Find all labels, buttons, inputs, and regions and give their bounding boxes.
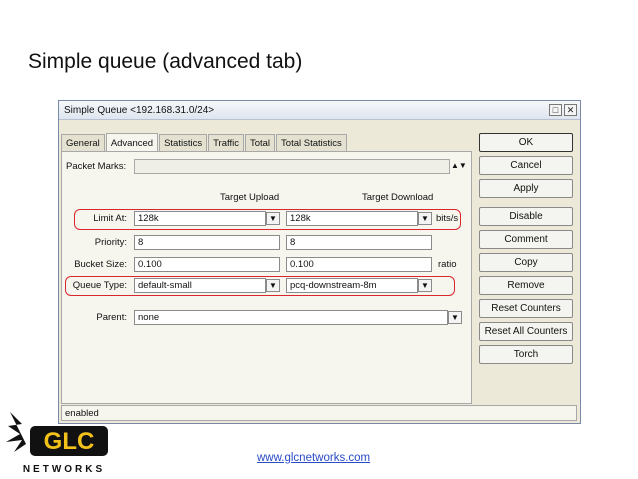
bucket-size-download-field[interactable]: 0.100 [286, 257, 432, 272]
ok-button[interactable]: OK [479, 133, 573, 152]
reset-counters-button[interactable]: Reset Counters [479, 299, 573, 318]
chevron-down-icon[interactable]: ▼ [418, 279, 432, 292]
tab-traffic[interactable]: Traffic [208, 134, 244, 151]
glc-logo: GLC NETWORKS [6, 412, 108, 475]
parent-select[interactable]: none [134, 310, 448, 325]
limit-at-upload-field[interactable]: 128k [134, 211, 266, 226]
torch-button[interactable]: Torch [479, 345, 573, 364]
target-download-header: Target Download [362, 192, 434, 203]
maximize-icon[interactable]: □ [549, 104, 562, 116]
svg-text:GLC: GLC [44, 428, 95, 455]
window-title: Simple Queue <192.168.31.0/24> [64, 105, 215, 116]
queue-type-label: Queue Type: [72, 280, 127, 291]
tab-total[interactable]: Total [244, 134, 276, 151]
simple-queue-window: Simple Queue <192.168.31.0/24> □ ✕ Gener… [58, 100, 581, 424]
parent-label: Parent: [96, 312, 127, 323]
remove-button[interactable]: Remove [479, 276, 573, 295]
limit-at-label: Limit At: [93, 213, 127, 224]
target-upload-header: Target Upload [220, 192, 280, 203]
apply-button[interactable]: Apply [479, 179, 573, 198]
tab-advanced[interactable]: Advanced [105, 133, 159, 151]
chevron-down-icon[interactable]: ▼ [266, 279, 280, 292]
tab-statistics[interactable]: Statistics [159, 134, 208, 151]
queue-type-download-select[interactable]: pcq-downstream-8m [286, 278, 418, 293]
close-icon[interactable]: ✕ [564, 104, 577, 116]
limit-at-unit: bits/s [436, 213, 459, 224]
advanced-panel: Packet Marks: ▲▼ Target Upload Target Do… [61, 151, 472, 404]
tab-total-statistics[interactable]: Total Statistics [276, 134, 347, 151]
tab-general[interactable]: General [61, 134, 105, 151]
disable-button[interactable]: Disable [479, 207, 573, 226]
priority-label: Priority: [94, 237, 127, 248]
bucket-size-unit: ratio [438, 259, 457, 270]
bucket-size-upload-field[interactable]: 0.100 [134, 257, 280, 272]
chevron-down-icon[interactable]: ▼ [418, 212, 432, 225]
bucket-size-label: Bucket Size: [74, 259, 127, 270]
reset-all-counters-button[interactable]: Reset All Counters [479, 322, 573, 341]
slide-title: Simple queue (advanced tab) [28, 50, 303, 73]
window-titlebar: Simple Queue <192.168.31.0/24> □ ✕ [59, 101, 580, 120]
comment-button[interactable]: Comment [479, 230, 573, 249]
logo-networks-text: NETWORKS [23, 464, 105, 475]
cancel-button[interactable]: Cancel [479, 156, 573, 175]
starburst-icon [6, 412, 26, 452]
copy-button[interactable]: Copy [479, 253, 573, 272]
queue-type-upload-select[interactable]: default-small [134, 278, 266, 293]
priority-upload-field[interactable]: 8 [134, 235, 280, 250]
status-bar: enabled [61, 405, 577, 421]
tab-bar: General Advanced Statistics Traffic Tota… [61, 132, 348, 151]
spin-updown-icon[interactable]: ▲▼ [451, 160, 467, 173]
packet-marks-field[interactable] [134, 159, 450, 174]
chevron-down-icon[interactable]: ▼ [266, 212, 280, 225]
priority-download-field[interactable]: 8 [286, 235, 432, 250]
footer-link[interactable]: www.glcnetworks.com [257, 452, 370, 464]
packet-marks-label: Packet Marks: [66, 161, 127, 172]
chevron-down-icon[interactable]: ▼ [448, 311, 462, 324]
limit-at-download-field[interactable]: 128k [286, 211, 418, 226]
